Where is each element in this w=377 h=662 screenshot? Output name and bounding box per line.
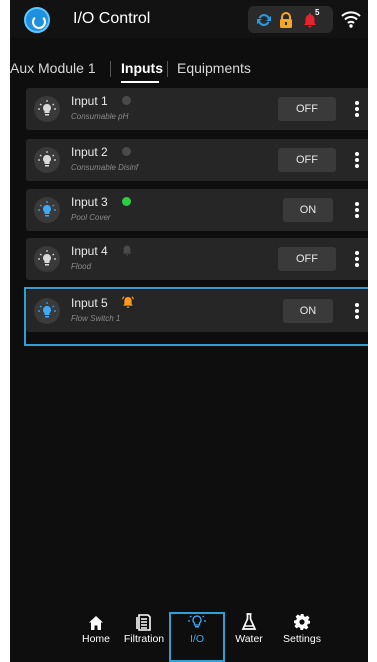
- tab-divider: [167, 61, 168, 77]
- top-bar: I/O Control 5: [10, 0, 368, 38]
- input-name: Input 1: [71, 94, 108, 108]
- state-toggle-button[interactable]: ON: [283, 198, 333, 222]
- gray-status-dot-icon: [122, 96, 131, 105]
- tab-equipments[interactable]: Equipments: [177, 60, 251, 76]
- tab-inputs[interactable]: Inputs: [121, 60, 163, 76]
- lock-icon[interactable]: [276, 6, 296, 33]
- tab-divider: [110, 61, 111, 77]
- more-options-icon[interactable]: [354, 250, 360, 268]
- bulb-icon: [34, 197, 60, 223]
- gray-status-dot-icon: [122, 147, 131, 156]
- nav-label: Home: [81, 633, 110, 645]
- input-row-4[interactable]: Input 4 Flood OFF: [26, 238, 368, 280]
- nav-home[interactable]: Home: [81, 603, 111, 662]
- input-description: Consumable Disinf: [71, 163, 139, 172]
- nav-label: Filtration: [123, 633, 165, 645]
- wifi-icon: [340, 8, 362, 30]
- more-options-icon[interactable]: [354, 201, 360, 219]
- bulb-icon: [34, 246, 60, 272]
- selected-row-highlight: [24, 287, 368, 346]
- state-toggle-button[interactable]: OFF: [278, 148, 336, 172]
- input-description: Pool Cover: [71, 213, 111, 222]
- active-nav-highlight: [169, 612, 225, 662]
- input-name: Input 2: [71, 145, 108, 159]
- bulb-icon: [34, 96, 60, 122]
- input-name: Input 4: [71, 244, 108, 258]
- home-icon: [88, 603, 104, 631]
- state-toggle-button[interactable]: OFF: [278, 247, 336, 271]
- tab-aux-module-1[interactable]: Aux Module 1: [10, 60, 96, 76]
- active-tab-underline: [121, 81, 159, 83]
- page-title: I/O Control: [73, 10, 151, 27]
- alarm-bell-icon: [122, 245, 132, 256]
- filtration-icon: [136, 603, 152, 631]
- more-options-icon[interactable]: [354, 100, 360, 118]
- alarm-count-badge: 5: [315, 8, 320, 17]
- state-toggle-button[interactable]: OFF: [278, 97, 336, 121]
- flask-icon: [241, 603, 257, 631]
- module-tabs: Aux Module 1 Inputs Equipments: [10, 55, 368, 85]
- green-status-dot-icon: [122, 197, 131, 206]
- input-description: Flood: [71, 262, 92, 271]
- input-name: Input 3: [71, 195, 108, 209]
- nav-label: Water: [235, 633, 263, 645]
- nav-settings[interactable]: Settings: [280, 603, 324, 662]
- phone-screen: I/O Control 5 Aux Module 1 Inputs Equipm…: [10, 0, 368, 662]
- input-row-1[interactable]: Input 1 Consumable pH OFF: [26, 88, 368, 130]
- nav-filtration[interactable]: Filtration: [118, 603, 170, 662]
- more-options-icon[interactable]: [354, 151, 360, 169]
- gear-icon: [293, 603, 311, 631]
- nav-water[interactable]: Water: [232, 603, 266, 662]
- bulb-icon: [34, 147, 60, 173]
- input-row-3[interactable]: Input 3 Pool Cover ON: [26, 189, 368, 231]
- app-logo-icon[interactable]: [24, 7, 50, 33]
- input-row-2[interactable]: Input 2 Consumable Disinf OFF: [26, 139, 368, 181]
- status-indicators: 5: [248, 6, 333, 33]
- sync-icon[interactable]: [254, 6, 274, 33]
- input-description: Consumable pH: [71, 112, 129, 121]
- nav-label: Settings: [283, 633, 321, 645]
